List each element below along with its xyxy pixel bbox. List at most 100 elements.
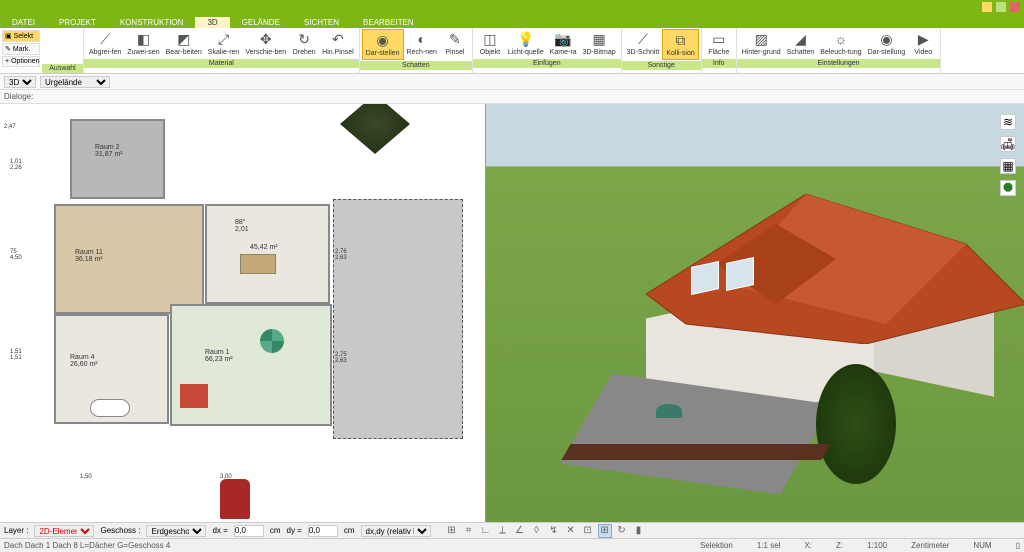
dx-input[interactable] <box>234 525 264 537</box>
zuweisen-button[interactable]: ◧Zuwei-sen <box>124 29 162 58</box>
rechnen-button[interactable]: ◐Rech-nen <box>404 29 440 60</box>
skalieren-button[interactable]: ⤢Skalie-ren <box>205 29 243 58</box>
object-icon: ◫ <box>481 30 499 48</box>
cut-icon: ⟋ <box>634 30 652 48</box>
shadow-icon: ◢ <box>791 30 809 48</box>
area-icon: ▭ <box>710 30 728 48</box>
dialoge-label: Dialoge: <box>4 92 33 101</box>
schatten-button[interactable]: ◢Schatten <box>784 29 818 58</box>
layer-label: Layer : <box>4 526 28 535</box>
brush-icon: ✎ <box>446 30 464 48</box>
ribbon-tabs: DATEI PROJEKT KONSTRUKTION 3D GELÄNDE SI… <box>0 14 1024 28</box>
tab-projekt[interactable]: PROJEKT <box>47 17 108 28</box>
drehen-button[interactable]: ↻Drehen <box>289 29 319 58</box>
status-z: Z: <box>836 541 843 550</box>
status-bar: Dach Dach 1 Dach 8 L=Dächer G=Geschoss 4… <box>0 538 1024 552</box>
dy-label: dy = <box>287 526 302 535</box>
grid-toggle-icon[interactable]: ⊞ <box>598 524 612 538</box>
flaeche-button[interactable]: ▭Fläche <box>704 29 734 58</box>
camera-icon: 📷 <box>554 30 572 48</box>
tab-konstruktion[interactable]: KONSTRUKTION <box>108 17 196 28</box>
tab-datei[interactable]: DATEI <box>0 17 47 28</box>
tree-tool-icon[interactable]: ⯃ <box>1000 180 1016 196</box>
rel-select[interactable]: dx,dy (relativ ka <box>361 525 431 537</box>
group-auswahl: Auswahl <box>42 64 83 73</box>
light-icon: 💡 <box>517 30 535 48</box>
group-schatten: Schatten <box>360 61 472 70</box>
selekt-button[interactable]: ▣Selekt <box>2 30 40 42</box>
mark-button[interactable]: ✎Mark. <box>2 43 40 55</box>
group-material: Material <box>84 59 359 68</box>
lichtquelle-button[interactable]: 💡Licht-quelle <box>505 29 547 58</box>
video-button[interactable]: ▶Video <box>908 29 938 58</box>
layer-tool-icon[interactable]: ≋ <box>1000 114 1016 130</box>
ribbon: ▣Selekt ✎Mark. +Optionen Auswahl ⟋Abgrei… <box>0 28 1024 74</box>
status-num: NUM <box>973 541 991 550</box>
3dbitmap-button[interactable]: ▦3D-Bitmap <box>580 29 619 58</box>
view-2d[interactable]: Raum 231,87 m² Raum 1136,18 m² 88°2,01 4… <box>0 104 486 522</box>
beleuchtung-button[interactable]: ☼Beleuch-tung <box>817 29 864 58</box>
move-icon: ✥ <box>257 30 275 48</box>
bitmap-icon: ▦ <box>590 30 608 48</box>
dy-input[interactable] <box>308 525 338 537</box>
quick-access: ▣Selekt ✎Mark. +Optionen <box>0 28 42 73</box>
ortho-icon[interactable]: ∟ <box>479 524 493 538</box>
status-sel-val: 1:1 sel <box>757 541 781 550</box>
group-einstellungen: Einstellungen <box>737 59 941 68</box>
brush-back-icon: ↶ <box>329 30 347 48</box>
abgreifen-button[interactable]: ⟋Abgrei-fen <box>86 29 124 58</box>
bearbeiten-button[interactable]: ◩Bear-beiten <box>163 29 205 58</box>
tab-bearbeiten[interactable]: BEARBEITEN <box>351 17 426 28</box>
tab-gelaende[interactable]: GELÄNDE <box>230 17 292 28</box>
hinpinsel-button[interactable]: ↶Hin.Pinsel <box>319 29 357 58</box>
3dschnitt-button[interactable]: ⟋3D-Schnitt <box>624 29 663 60</box>
workspace: Raum 231,87 m² Raum 1136,18 m² 88°2,01 4… <box>0 104 1024 522</box>
hintergrund-button[interactable]: ▨Hinter-grund <box>739 29 784 58</box>
darstellung-button[interactable]: ◉Dar-stellung <box>865 29 909 58</box>
property-bar: Layer : 2D-Elemen Geschoss : Erdgeschos … <box>0 522 1024 538</box>
furnish-tool-icon[interactable]: 🛋 <box>1000 136 1016 152</box>
status-x: X: <box>804 541 812 550</box>
render-icon: ◉ <box>877 30 895 48</box>
tab-3d[interactable]: 3D <box>195 17 229 28</box>
palette-tool-icon[interactable]: ▦ <box>1000 158 1016 174</box>
close-icon[interactable] <box>1010 2 1020 12</box>
edit-icon: ◩ <box>175 30 193 48</box>
maximize-icon[interactable] <box>996 2 1006 12</box>
dx-label: dx = <box>212 526 227 535</box>
objekt-button[interactable]: ◫Objekt <box>475 29 505 58</box>
window-controls <box>982 2 1020 12</box>
view-select[interactable]: Urgelände <box>40 76 110 88</box>
geschoss-select[interactable]: Erdgeschos <box>146 525 206 537</box>
tab-sichten[interactable]: SICHTEN <box>292 17 351 28</box>
background-icon: ▨ <box>752 30 770 48</box>
tool-b-icon[interactable]: ↯ <box>547 524 561 538</box>
tool-a-icon[interactable]: ◊ <box>530 524 544 538</box>
kamera-button[interactable]: 📷Kame-ra <box>547 29 580 58</box>
layer-select[interactable]: 2D-Elemen <box>34 525 94 537</box>
view-3d[interactable]: ≋ 🛋 ▦ ⯃ <box>486 104 1024 522</box>
collision-icon: ⧉ <box>672 31 690 49</box>
view3d-tools: ≋ 🛋 ▦ ⯃ <box>1000 114 1016 196</box>
sub-toolbar: 3D Urgelände <box>0 74 1024 90</box>
measure-icon[interactable]: ⟂ <box>496 524 510 538</box>
info-icon[interactable]: ▮ <box>632 524 646 538</box>
status-unit: Zentimeter <box>911 541 949 550</box>
optionen-button[interactable]: +Optionen <box>2 56 40 67</box>
refresh-icon[interactable]: ↻ <box>615 524 629 538</box>
angle-icon[interactable]: ∠ <box>513 524 527 538</box>
verschieben-button[interactable]: ✥Verschie-ben <box>242 29 289 58</box>
minimize-icon[interactable] <box>982 2 992 12</box>
dialog-bar: Dialoge: <box>0 90 1024 104</box>
pinsel-button[interactable]: ✎Pinsel <box>440 29 470 60</box>
group-info: Info <box>702 59 736 68</box>
snap-icon[interactable]: ⊞ <box>445 524 459 538</box>
darstellen-button[interactable]: ◉Dar-stellen <box>362 29 404 60</box>
mode-select[interactable]: 3D <box>4 76 36 88</box>
grid-icon[interactable]: ⌗ <box>462 524 476 538</box>
kollision-button[interactable]: ⧉Kolli-sion <box>662 29 698 60</box>
compute-icon: ◐ <box>413 30 431 48</box>
tool-d-icon[interactable]: ⊡ <box>581 524 595 538</box>
status-path: Dach Dach 1 Dach 8 L=Dächer G=Geschoss 4 <box>4 541 170 550</box>
tool-c-icon[interactable]: ✕ <box>564 524 578 538</box>
